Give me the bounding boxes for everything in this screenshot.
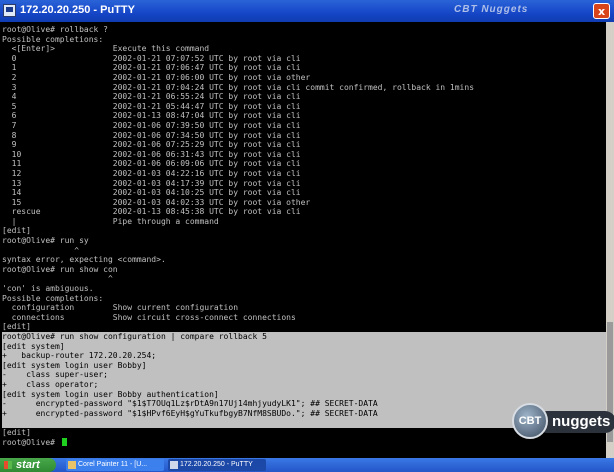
terminal-line: - class super-user; <box>2 370 612 380</box>
terminal-line: 1 2002-01-21 07:06:47 UTC by root via cl… <box>2 63 301 73</box>
title-bar[interactable]: 172.20.20.250 - PuTTY CBT Nuggets x <box>0 0 614 22</box>
terminal-line: connections Show circuit cross-connect c… <box>2 312 296 322</box>
taskbar-item-corel-painter[interactable]: Corel Painter 11 - [U... <box>66 459 164 471</box>
terminal-line: root@Olive# rollback ? <box>2 25 108 34</box>
terminal-line: Possible completions: <box>2 34 104 44</box>
terminal-line: [edit] <box>2 226 31 236</box>
terminal-line: 12 2002-01-03 04:22:16 UTC by root via c… <box>2 168 301 178</box>
terminal-line: [edit system login user Bobby] <box>2 360 612 371</box>
terminal-area[interactable]: root@Olive# rollback ? Possible completio… <box>2 22 612 458</box>
terminal-line: ^ <box>2 274 113 284</box>
windows-logo-icon <box>4 461 12 469</box>
terminal-line: 6 2002-01-13 08:47:04 UTC by root via cl… <box>2 111 301 121</box>
window-title: 172.20.20.250 - PuTTY <box>20 4 135 16</box>
start-button[interactable]: start <box>0 458 56 472</box>
terminal-line: [edit] <box>2 322 31 332</box>
terminal-line: [edit system login user Bobby authentica… <box>2 389 612 400</box>
terminal-line: 0 2002-01-21 07:07:52 UTC by root via cl… <box>2 53 301 63</box>
taskbar-item-label: 172.20.20.250 - PuTTY <box>180 461 253 468</box>
terminal-line: 11 2002-01-06 06:09:06 UTC by root via c… <box>2 159 301 169</box>
terminal-line: 5 2002-01-21 05:44:47 UTC by root via cl… <box>2 101 301 111</box>
terminal-line: 2 2002-01-21 07:06:00 UTC by root via ot… <box>2 72 311 82</box>
taskbar-item-label: Corel Painter 11 - [U... <box>78 461 148 468</box>
close-button[interactable]: x <box>593 3 610 19</box>
taskbar: start Corel Painter 11 - [U... 172.20.20… <box>0 458 614 472</box>
terminal-line: [edit system] <box>2 341 612 352</box>
cbt-nuggets-logo: nuggets CBT <box>512 403 614 439</box>
terminal-line: 14 2002-01-03 04:10:25 UTC by root via c… <box>2 188 301 198</box>
taskbar-item-putty[interactable]: 172.20.20.250 - PuTTY <box>168 459 266 471</box>
terminal-line: rescue 2002-01-13 08:45:38 UTC by root v… <box>2 207 301 217</box>
terminal-line: root@Olive# run sy <box>2 236 89 246</box>
scrollbar[interactable] <box>606 22 614 458</box>
start-label: start <box>16 459 40 471</box>
terminal-line: 3 2002-01-21 07:04:24 UTC by root via cl… <box>2 82 475 92</box>
terminal-line: root@Olive# run show con <box>2 264 118 274</box>
terminal-line: 9 2002-01-06 07:25:29 UTC by root via cl… <box>2 140 301 150</box>
terminal-line: root@Olive# run show configuration | com… <box>2 332 612 342</box>
terminal-line: 8 2002-01-06 07:34:50 UTC by root via cl… <box>2 130 301 140</box>
terminal-line: syntax error, expecting <command>. <box>2 255 166 265</box>
terminal-line: | Pipe through a command <box>2 216 219 226</box>
terminal-line: ^ <box>2 245 80 255</box>
terminal-line: + backup-router 172.20.20.254; <box>2 351 612 361</box>
terminal-line: configuration Show current configuration <box>2 303 239 313</box>
terminal-line: 15 2002-01-03 04:02:33 UTC by root via o… <box>2 197 311 207</box>
terminal-line: + class operator; <box>2 379 612 390</box>
logo-disc: CBT <box>512 403 548 439</box>
terminal-line: 13 2002-01-03 04:17:39 UTC by root via c… <box>2 178 301 188</box>
terminal-line: 'con' is ambiguous. <box>2 284 94 294</box>
terminal-line: 4 2002-01-21 06:55:24 UTC by root via cl… <box>2 92 301 102</box>
painter-app-icon <box>68 461 76 469</box>
putty-app-icon <box>170 461 178 469</box>
watermark-text: CBT Nuggets <box>454 4 529 15</box>
terminal-output: root@Olive# rollback ? Possible completio… <box>2 22 612 447</box>
text-cursor <box>61 438 67 447</box>
putty-icon[interactable] <box>3 4 16 17</box>
terminal-line: 7 2002-01-06 07:39:50 UTC by root via cl… <box>2 120 301 130</box>
terminal-line: Possible completions: <box>2 293 104 303</box>
terminal-line: <[Enter]> Execute this command <box>2 44 210 54</box>
terminal-line: 10 2002-01-06 06:31:43 UTC by root via c… <box>2 149 301 159</box>
